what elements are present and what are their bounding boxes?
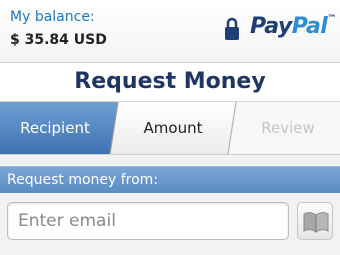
address-book-icon — [303, 212, 329, 233]
balance-amount: $ 35.84 USD — [10, 32, 107, 48]
page-title-bar: Request Money — [0, 63, 340, 102]
contacts-button[interactable] — [297, 202, 333, 240]
email-input[interactable] — [7, 202, 289, 240]
section-label: Request money from: — [7, 172, 159, 188]
tab-amount[interactable]: Amount — [118, 102, 228, 154]
logo-pay: Pay — [250, 14, 292, 39]
step-tabs: Recipient Amount Review — [0, 102, 340, 155]
tab-review: Review — [261, 119, 315, 137]
page-title: Request Money — [74, 69, 266, 94]
balance-label: My balance: — [10, 9, 95, 25]
tab-recipient[interactable]: Recipient — [0, 102, 110, 154]
logo-pal: Pal — [291, 14, 328, 39]
lock-icon — [224, 17, 240, 41]
logo-trademark: ™ — [327, 14, 336, 24]
paypal-logo: PayPal™ — [250, 14, 336, 39]
section-header: Request money from: — [0, 166, 340, 193]
account-header: My balance: $ 35.84 USD PayPal™ — [0, 0, 340, 63]
